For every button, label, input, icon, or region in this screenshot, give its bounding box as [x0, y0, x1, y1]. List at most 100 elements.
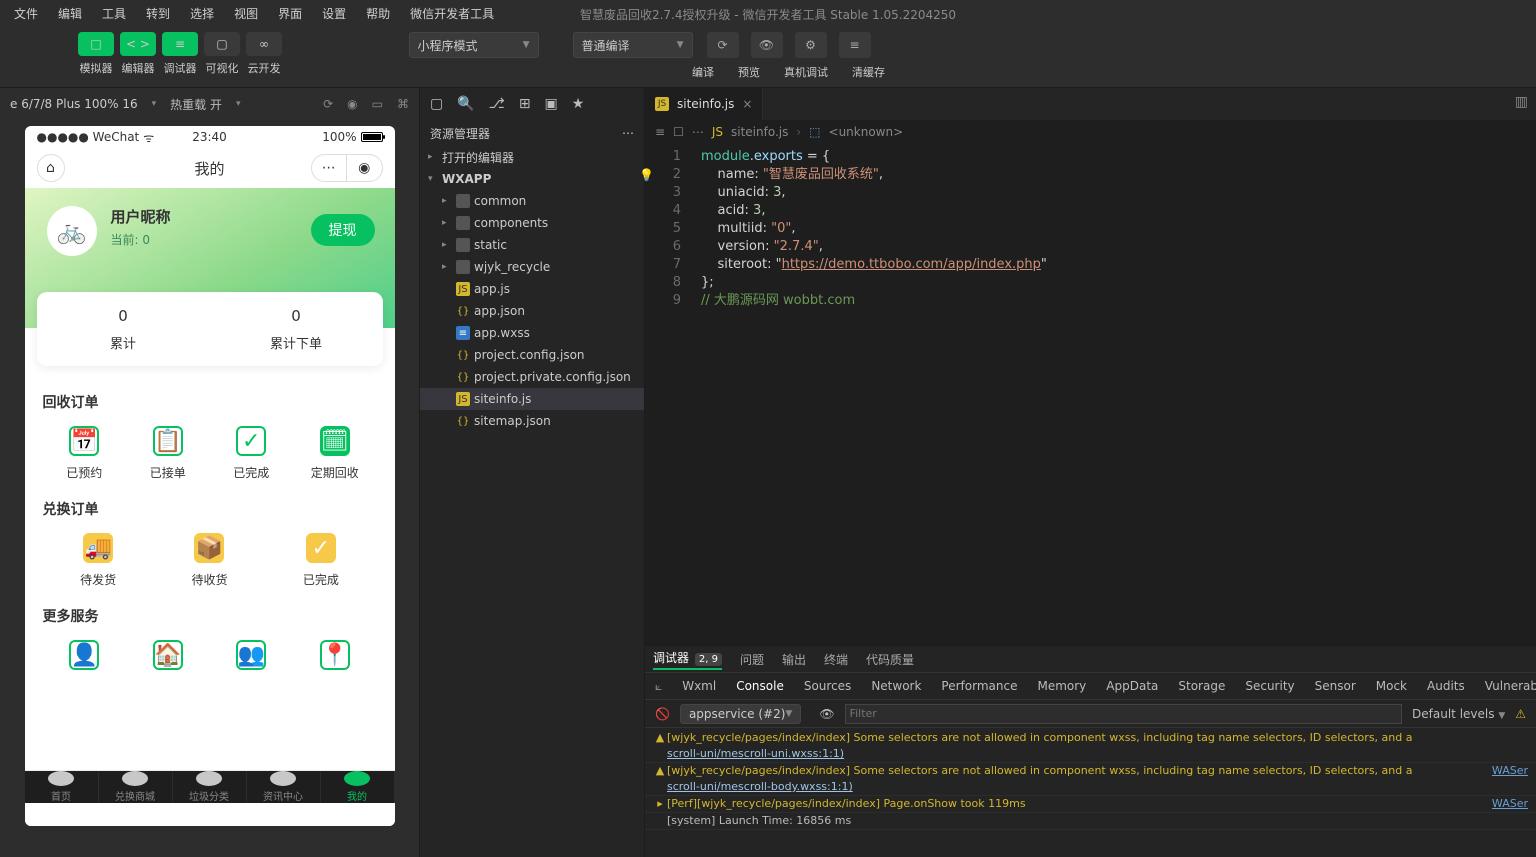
tabbar-item[interactable]: 垃圾分类 — [173, 771, 247, 803]
tree-item[interactable]: ▸components — [420, 212, 644, 234]
inspect-icon[interactable]: ⟀ — [655, 679, 662, 694]
grid-cell[interactable]: 🗓定期回收 — [293, 426, 377, 481]
devtools-tab-debugger[interactable]: 调试器 2, 9 — [653, 649, 722, 670]
tree-item[interactable]: ▸wjyk_recycle — [420, 256, 644, 278]
devtools-subtab[interactable]: Network — [871, 679, 921, 693]
grid-cell[interactable]: 👥 — [210, 640, 294, 678]
more-icon[interactable]: ⋯ — [622, 126, 634, 140]
tree-item[interactable]: {}sitemap.json — [420, 410, 644, 432]
tabbar-item[interactable]: 首页 — [25, 771, 99, 803]
activity-bar-icon[interactable]: 🔍 — [457, 96, 474, 112]
grid-cell[interactable]: 📍 — [293, 640, 377, 678]
tree-item[interactable]: {}app.json — [420, 300, 644, 322]
devtools-tab[interactable]: 输出 — [782, 651, 806, 668]
console-source-link[interactable]: WASer — [1492, 763, 1528, 779]
devtools-subtab[interactable]: Audits — [1427, 679, 1465, 693]
tree-item[interactable]: {}project.config.json — [420, 344, 644, 366]
project-root[interactable]: ▾WXAPP — [420, 168, 644, 190]
breadcrumb-icon[interactable]: ≡ — [655, 125, 665, 139]
clear-cache-button[interactable]: ≡ — [839, 32, 871, 58]
withdraw-button[interactable]: 提现 — [311, 214, 375, 246]
code-editor[interactable]: 1 💡2 3 4 5 6 7 8 9 module.exports = { na… — [645, 144, 1536, 645]
tabbar-item[interactable]: 我的 — [321, 771, 395, 803]
grid-cell[interactable]: ✓已完成 — [265, 533, 376, 588]
grid-cell[interactable]: 👤 — [43, 640, 127, 678]
home-button[interactable]: ⌂ — [37, 154, 65, 182]
grid-cell[interactable]: 📦待收货 — [154, 533, 265, 588]
compile-dropdown[interactable]: 普通编译▼ — [573, 32, 693, 58]
devtools-subtab[interactable]: AppData — [1106, 679, 1158, 693]
capsule-close-icon[interactable]: ◉ — [347, 155, 382, 181]
grid-cell[interactable]: 🏠 — [126, 640, 210, 678]
issues-icon[interactable]: ⚠ — [1515, 707, 1526, 721]
sim-toolbar-icon[interactable]: ◉ — [347, 97, 357, 111]
activity-bar-icon[interactable]: ⎇ — [489, 96, 505, 112]
hot-reload-toggle[interactable]: 热重载 开 — [170, 96, 222, 113]
console-filter-input[interactable] — [845, 704, 1402, 724]
open-editors-section[interactable]: ▸打开的编辑器 — [420, 146, 644, 168]
menu-item[interactable]: 文件 — [4, 0, 48, 28]
activity-bar-icon[interactable]: ▣ — [545, 96, 558, 112]
tree-item[interactable]: {}project.private.config.json — [420, 366, 644, 388]
devtools-subtab[interactable]: Mock — [1376, 679, 1407, 693]
tabbar-item[interactable]: 资讯中心 — [247, 771, 321, 803]
context-dropdown[interactable]: appservice (#2)▼ — [680, 704, 801, 724]
devtools-subtab[interactable]: Wxml — [682, 679, 716, 693]
close-tab-icon[interactable]: × — [742, 97, 752, 111]
devtools-subtab[interactable]: Performance — [941, 679, 1017, 693]
avatar[interactable]: 🚲 — [47, 206, 97, 256]
grid-cell[interactable]: ✓已完成 — [210, 426, 294, 481]
devtools-subtab[interactable]: Console — [736, 679, 784, 693]
toolbar-button[interactable]: ▢ — [204, 32, 240, 56]
tree-item[interactable]: ▸common — [420, 190, 644, 212]
devtools-subtab[interactable]: Memory — [1037, 679, 1086, 693]
grid-cell[interactable]: 🚚待发货 — [43, 533, 154, 588]
menu-item[interactable]: 界面 — [268, 0, 312, 28]
grid-cell[interactable]: 📋已接单 — [126, 426, 210, 481]
console-source-link[interactable]: WASer — [1492, 796, 1528, 812]
menu-item[interactable]: 视图 — [224, 0, 268, 28]
eye-icon[interactable]: 👁 — [819, 707, 834, 721]
menu-item[interactable]: 帮助 — [356, 0, 400, 28]
menu-item[interactable]: 设置 — [312, 0, 356, 28]
sim-toolbar-icon[interactable]: ▭ — [372, 97, 383, 111]
toolbar-button[interactable]: ≡ — [162, 32, 198, 56]
devtools-subtab[interactable]: Security — [1245, 679, 1294, 693]
sim-toolbar-icon[interactable]: ⟳ — [323, 97, 333, 111]
clear-console-icon[interactable]: 🚫 — [655, 707, 670, 721]
split-editor-icon[interactable]: ▥ — [1515, 94, 1528, 110]
preview-button[interactable]: 👁 — [751, 32, 783, 58]
devtools-tab[interactable]: 终端 — [824, 651, 848, 668]
lightbulb-icon[interactable]: 💡 — [639, 166, 654, 184]
breadcrumb-icon[interactable]: ⋯ — [692, 125, 704, 139]
activity-bar-icon[interactable]: ⊞ — [519, 96, 531, 112]
devtools-subtab[interactable]: Sensor — [1315, 679, 1356, 693]
devtools-tab[interactable]: 代码质量 — [866, 651, 914, 668]
tree-item[interactable]: JSapp.js — [420, 278, 644, 300]
remote-debug-button[interactable]: ⚙ — [795, 32, 827, 58]
devtools-subtab[interactable]: Sources — [804, 679, 851, 693]
tree-item[interactable]: ▸static — [420, 234, 644, 256]
log-level-dropdown[interactable]: Default levels ▼ — [1412, 707, 1505, 721]
sim-toolbar-icon[interactable]: ⌘ — [397, 97, 409, 111]
capsule-menu-icon[interactable]: ⋯ — [312, 155, 348, 181]
tree-item[interactable]: JSsiteinfo.js — [420, 388, 644, 410]
devtools-tab[interactable]: 问题 — [740, 651, 764, 668]
device-selector[interactable]: e 6/7/8 Plus 100% 16 — [10, 97, 138, 111]
activity-bar-icon[interactable]: ★ — [572, 96, 585, 112]
capsule-button[interactable]: ⋯ ◉ — [311, 154, 383, 182]
refresh-button[interactable]: ⟳ — [707, 32, 739, 58]
menu-item[interactable]: 微信开发者工具 — [400, 0, 504, 28]
tabbar-item[interactable]: 兑换商城 — [99, 771, 173, 803]
menu-item[interactable]: 转到 — [136, 0, 180, 28]
devtools-subtab[interactable]: Storage — [1178, 679, 1225, 693]
mode-dropdown[interactable]: 小程序模式▼ — [409, 32, 539, 58]
tree-item[interactable]: ≡app.wxss — [420, 322, 644, 344]
grid-cell[interactable]: 📅已预约 — [43, 426, 127, 481]
menu-item[interactable]: 编辑 — [48, 0, 92, 28]
editor-tab-siteinfo[interactable]: JS siteinfo.js × — [645, 88, 763, 120]
devtools-subtab[interactable]: Vulnerab — [1485, 679, 1536, 693]
activity-bar-icon[interactable]: ▢ — [430, 96, 443, 112]
menu-item[interactable]: 工具 — [92, 0, 136, 28]
breadcrumb-icon[interactable]: ☐ — [673, 125, 684, 139]
